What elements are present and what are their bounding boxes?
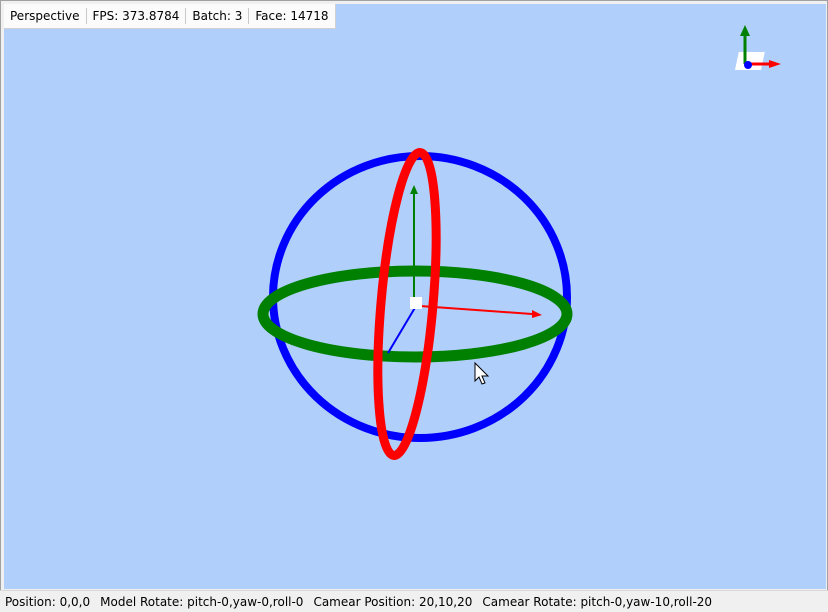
fps-readout: FPS: 373.8784: [92, 9, 180, 23]
batch-count: Batch: 3: [192, 9, 243, 23]
indicator-z-axis: [744, 61, 752, 69]
indicator-y-arrowhead: [740, 25, 750, 36]
status-camera-rotate: Camear Rotate: pitch-0,yaw-10,roll-20: [482, 594, 713, 609]
status-position: Position: 0,0,0: [5, 594, 91, 609]
scene-canvas[interactable]: [4, 4, 826, 589]
status-camera-position: Camear Position: 20,10,20: [313, 594, 473, 609]
status-model-rotate: Model Rotate: pitch-0,yaw-0,roll-0: [100, 594, 304, 609]
orientation-indicator: [734, 25, 781, 70]
y-axis-arrowhead: [410, 185, 418, 194]
gizmo-center-handle[interactable]: [410, 297, 422, 309]
arrow-cursor-icon: [474, 361, 490, 385]
viewport-info-bar: Perspective FPS: 373.8784 Batch: 3 Face:…: [4, 4, 336, 29]
projection-mode-label[interactable]: Perspective: [4, 4, 86, 28]
face-count: Face: 14718: [255, 9, 329, 23]
3d-viewport[interactable]: Perspective FPS: 373.8784 Batch: 3 Face:…: [4, 4, 826, 589]
indicator-x-arrowhead: [769, 60, 781, 68]
x-rotation-ring[interactable]: [368, 148, 446, 460]
z-axis-line[interactable]: [387, 305, 417, 354]
app-window: Perspective FPS: 373.8784 Batch: 3 Face:…: [0, 0, 828, 590]
status-bar: Position: 0,0,0 Model Rotate: pitch-0,ya…: [0, 590, 828, 612]
x-axis-arrowhead: [532, 310, 542, 318]
